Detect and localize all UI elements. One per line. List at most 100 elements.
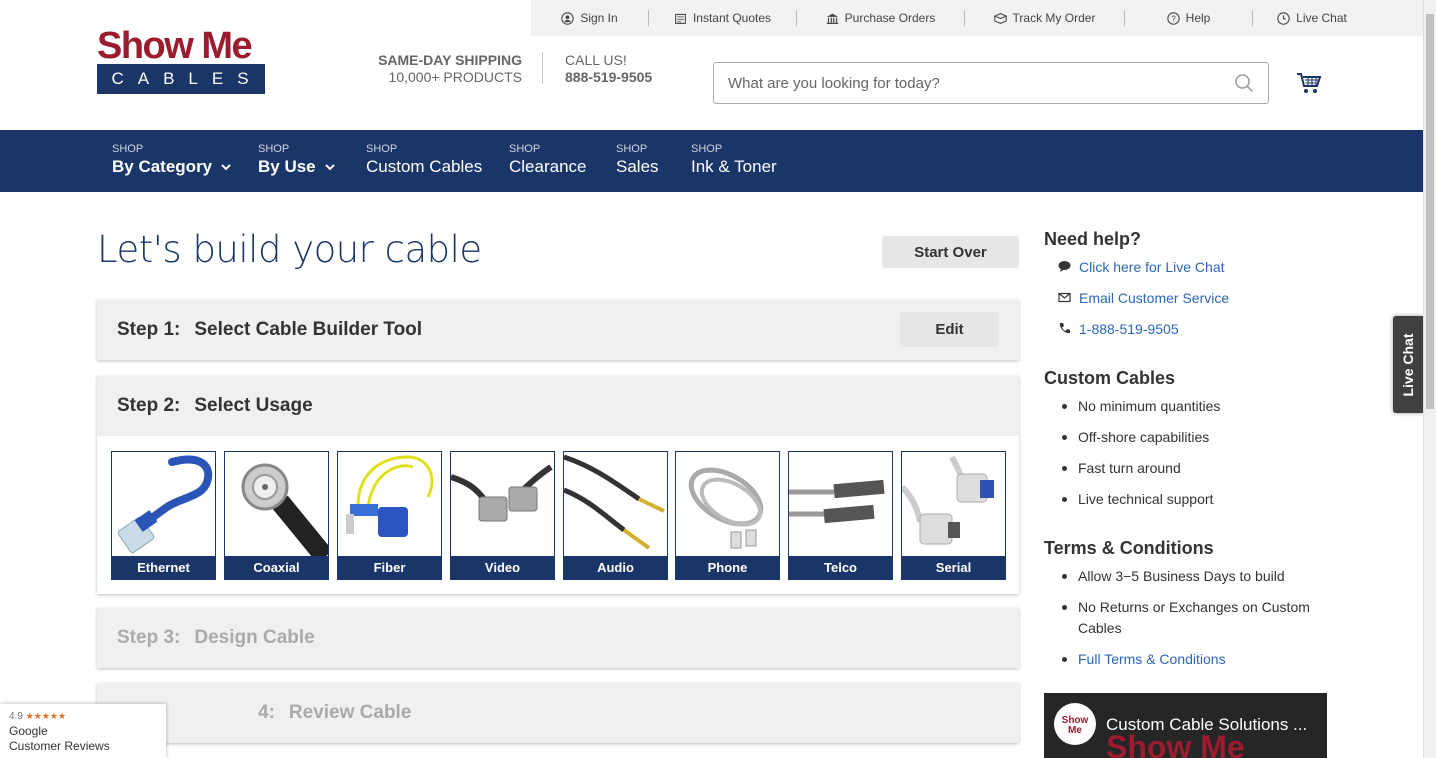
nav-by-use[interactable]: SHOP By Use (258, 143, 336, 178)
custom-cables-list: No minimum quantities Off-shore capabili… (1044, 396, 1220, 510)
list-item: Full Terms & Conditions (1060, 649, 1334, 670)
search-input[interactable] (728, 74, 1234, 92)
nav-ink-toner[interactable]: SHOP Ink & Toner (691, 143, 777, 178)
nav-label: Sales (616, 157, 659, 176)
help-title: Need help? (1044, 229, 1142, 249)
usage-tile-telco[interactable]: Telco (788, 451, 893, 580)
sign-in-label: Sign In (580, 11, 618, 25)
serial-cable-icon (902, 455, 994, 545)
tile-label: Fiber (338, 556, 441, 579)
step-label: Review Cable (288, 702, 412, 723)
step-2: Step 2: Select Usage Ethernet Coaxial Fib… (97, 376, 1019, 594)
call-label: CALL US! (565, 52, 627, 68)
email-help-link[interactable]: Email Customer Service (1044, 282, 1229, 313)
nav-label: Ink & Toner (691, 157, 777, 176)
user-icon (561, 11, 575, 25)
video-thumbnail[interactable]: Show Me Custom Cable Solutions ... Show … (1044, 693, 1327, 758)
coaxial-cable-icon (241, 463, 328, 556)
ethernet-cable-icon (117, 455, 213, 554)
help-label: Help (1185, 11, 1211, 25)
list-item: Live technical support (1060, 489, 1220, 510)
header-divider (542, 52, 543, 84)
clock-icon (1277, 11, 1290, 25)
usage-tile-audio[interactable]: Audio (563, 451, 668, 580)
logo-line1: Show Me (97, 25, 253, 67)
usage-tile-serial[interactable]: Serial (901, 451, 1006, 580)
video-logo: Show Me (1054, 703, 1096, 745)
nav-clearance[interactable]: SHOP Clearance (509, 143, 587, 178)
help-link-label: Click here for Live Chat (1079, 258, 1225, 275)
review-rating: 4.9 (9, 711, 23, 722)
step-number: Step 3: (117, 627, 181, 648)
review-source: Google (9, 724, 48, 738)
utility-bar: Sign In Instant Quotes Purchase Orders T… (531, 0, 1423, 36)
full-terms-link[interactable]: Full Terms & Conditions (1078, 651, 1226, 667)
help-link[interactable]: ? Help (1125, 10, 1253, 26)
usage-tile-coaxial[interactable]: Coaxial (224, 451, 329, 580)
scrollbar-thumb[interactable] (1426, 14, 1434, 409)
help-icon: ? (1166, 11, 1180, 25)
step-4: 4: Review Cable (97, 683, 1019, 743)
nav-sales[interactable]: SHOP Sales (616, 143, 659, 178)
same-day-shipping: SAME-DAY SHIPPING (378, 52, 522, 68)
logo-line2: CABLES (97, 64, 265, 94)
edit-button[interactable]: Edit (900, 312, 999, 347)
list-item: No Returns or Exchanges on Custom Cables (1060, 597, 1334, 639)
bank-icon (826, 13, 838, 24)
fiber-cable-icon (346, 455, 434, 537)
help-link-label: 1-888-519-9505 (1079, 320, 1179, 337)
step-label: Design Cable (194, 627, 315, 648)
star-icons: ★★★★★ (25, 711, 67, 721)
instant-quotes-label: Instant Quotes (692, 11, 772, 25)
purchase-orders-link[interactable]: Purchase Orders (797, 10, 965, 26)
custom-cables-section: Custom Cables No minimum quantities Off-… (1044, 368, 1220, 520)
nav-prefix: SHOP (691, 143, 723, 155)
usage-tile-video[interactable]: Video (450, 451, 555, 580)
start-over-button[interactable]: Start Over (882, 236, 1019, 268)
live-chat-tab[interactable]: Live Chat (1393, 316, 1423, 413)
instant-quotes-link[interactable]: Instant Quotes (649, 10, 797, 26)
live-chat-help-link[interactable]: Click here for Live Chat (1044, 251, 1229, 282)
nav-label: By Use (258, 157, 316, 176)
phone-help-link[interactable]: 1-888-519-9505 (1044, 313, 1229, 344)
nav-label: Clearance (509, 157, 587, 176)
list-item: No minimum quantities (1060, 396, 1220, 417)
step-label: Select Cable Builder Tool (194, 319, 423, 340)
video-cable-icon (451, 464, 553, 522)
phone-icon (1059, 323, 1070, 334)
help-link-label: Email Customer Service (1079, 289, 1230, 306)
box-icon (993, 12, 1007, 24)
cart-icon[interactable] (1296, 70, 1322, 96)
terms-title: Terms & Conditions (1044, 538, 1214, 558)
nav-prefix: SHOP (366, 143, 398, 155)
site-logo[interactable]: Show Me CABLES (97, 27, 265, 94)
search-icon[interactable] (1234, 73, 1254, 93)
usage-tile-ethernet[interactable]: Ethernet (111, 451, 216, 580)
usage-tiles: Ethernet Coaxial Fiber Video Audio Phone… (97, 436, 1019, 594)
nav-prefix: SHOP (509, 143, 541, 155)
video-brand: Show Me (1106, 729, 1245, 758)
nav-prefix: SHOP (258, 143, 290, 155)
live-chat-link[interactable]: Live Chat (1253, 10, 1371, 26)
nav-by-category[interactable]: SHOP By Category (112, 143, 232, 178)
usage-tile-phone[interactable]: Phone (675, 451, 780, 580)
track-order-link[interactable]: Track My Order (965, 10, 1125, 26)
live-chat-tab-label: Live Chat (1400, 332, 1416, 397)
scrollbar[interactable] (1423, 0, 1436, 758)
main-nav: SHOP By Category SHOP By Use SHOP Custom… (0, 130, 1423, 192)
usage-tile-fiber[interactable]: Fiber (337, 451, 442, 580)
tile-label: Phone (676, 556, 779, 579)
call-info: CALL US! 888-519-9505 (565, 52, 652, 86)
google-reviews-badge[interactable]: 4.9 ★★★★★ Google Customer Reviews (0, 704, 166, 758)
chevron-down-icon (324, 164, 335, 171)
product-count: 10,000+ PRODUCTS (388, 69, 522, 85)
sign-in-link[interactable]: Sign In (531, 10, 649, 26)
list-item: Off-shore capabilities (1060, 427, 1220, 448)
shipping-info: SAME-DAY SHIPPING 10,000+ PRODUCTS (360, 52, 522, 86)
nav-custom-cables[interactable]: SHOP Custom Cables (366, 143, 482, 178)
call-number[interactable]: 888-519-9505 (565, 69, 652, 86)
chevron-down-icon (221, 164, 231, 171)
step-number: 4: (258, 702, 275, 723)
tile-label: Ethernet (112, 556, 215, 579)
track-order-label: Track My Order (1012, 11, 1096, 25)
